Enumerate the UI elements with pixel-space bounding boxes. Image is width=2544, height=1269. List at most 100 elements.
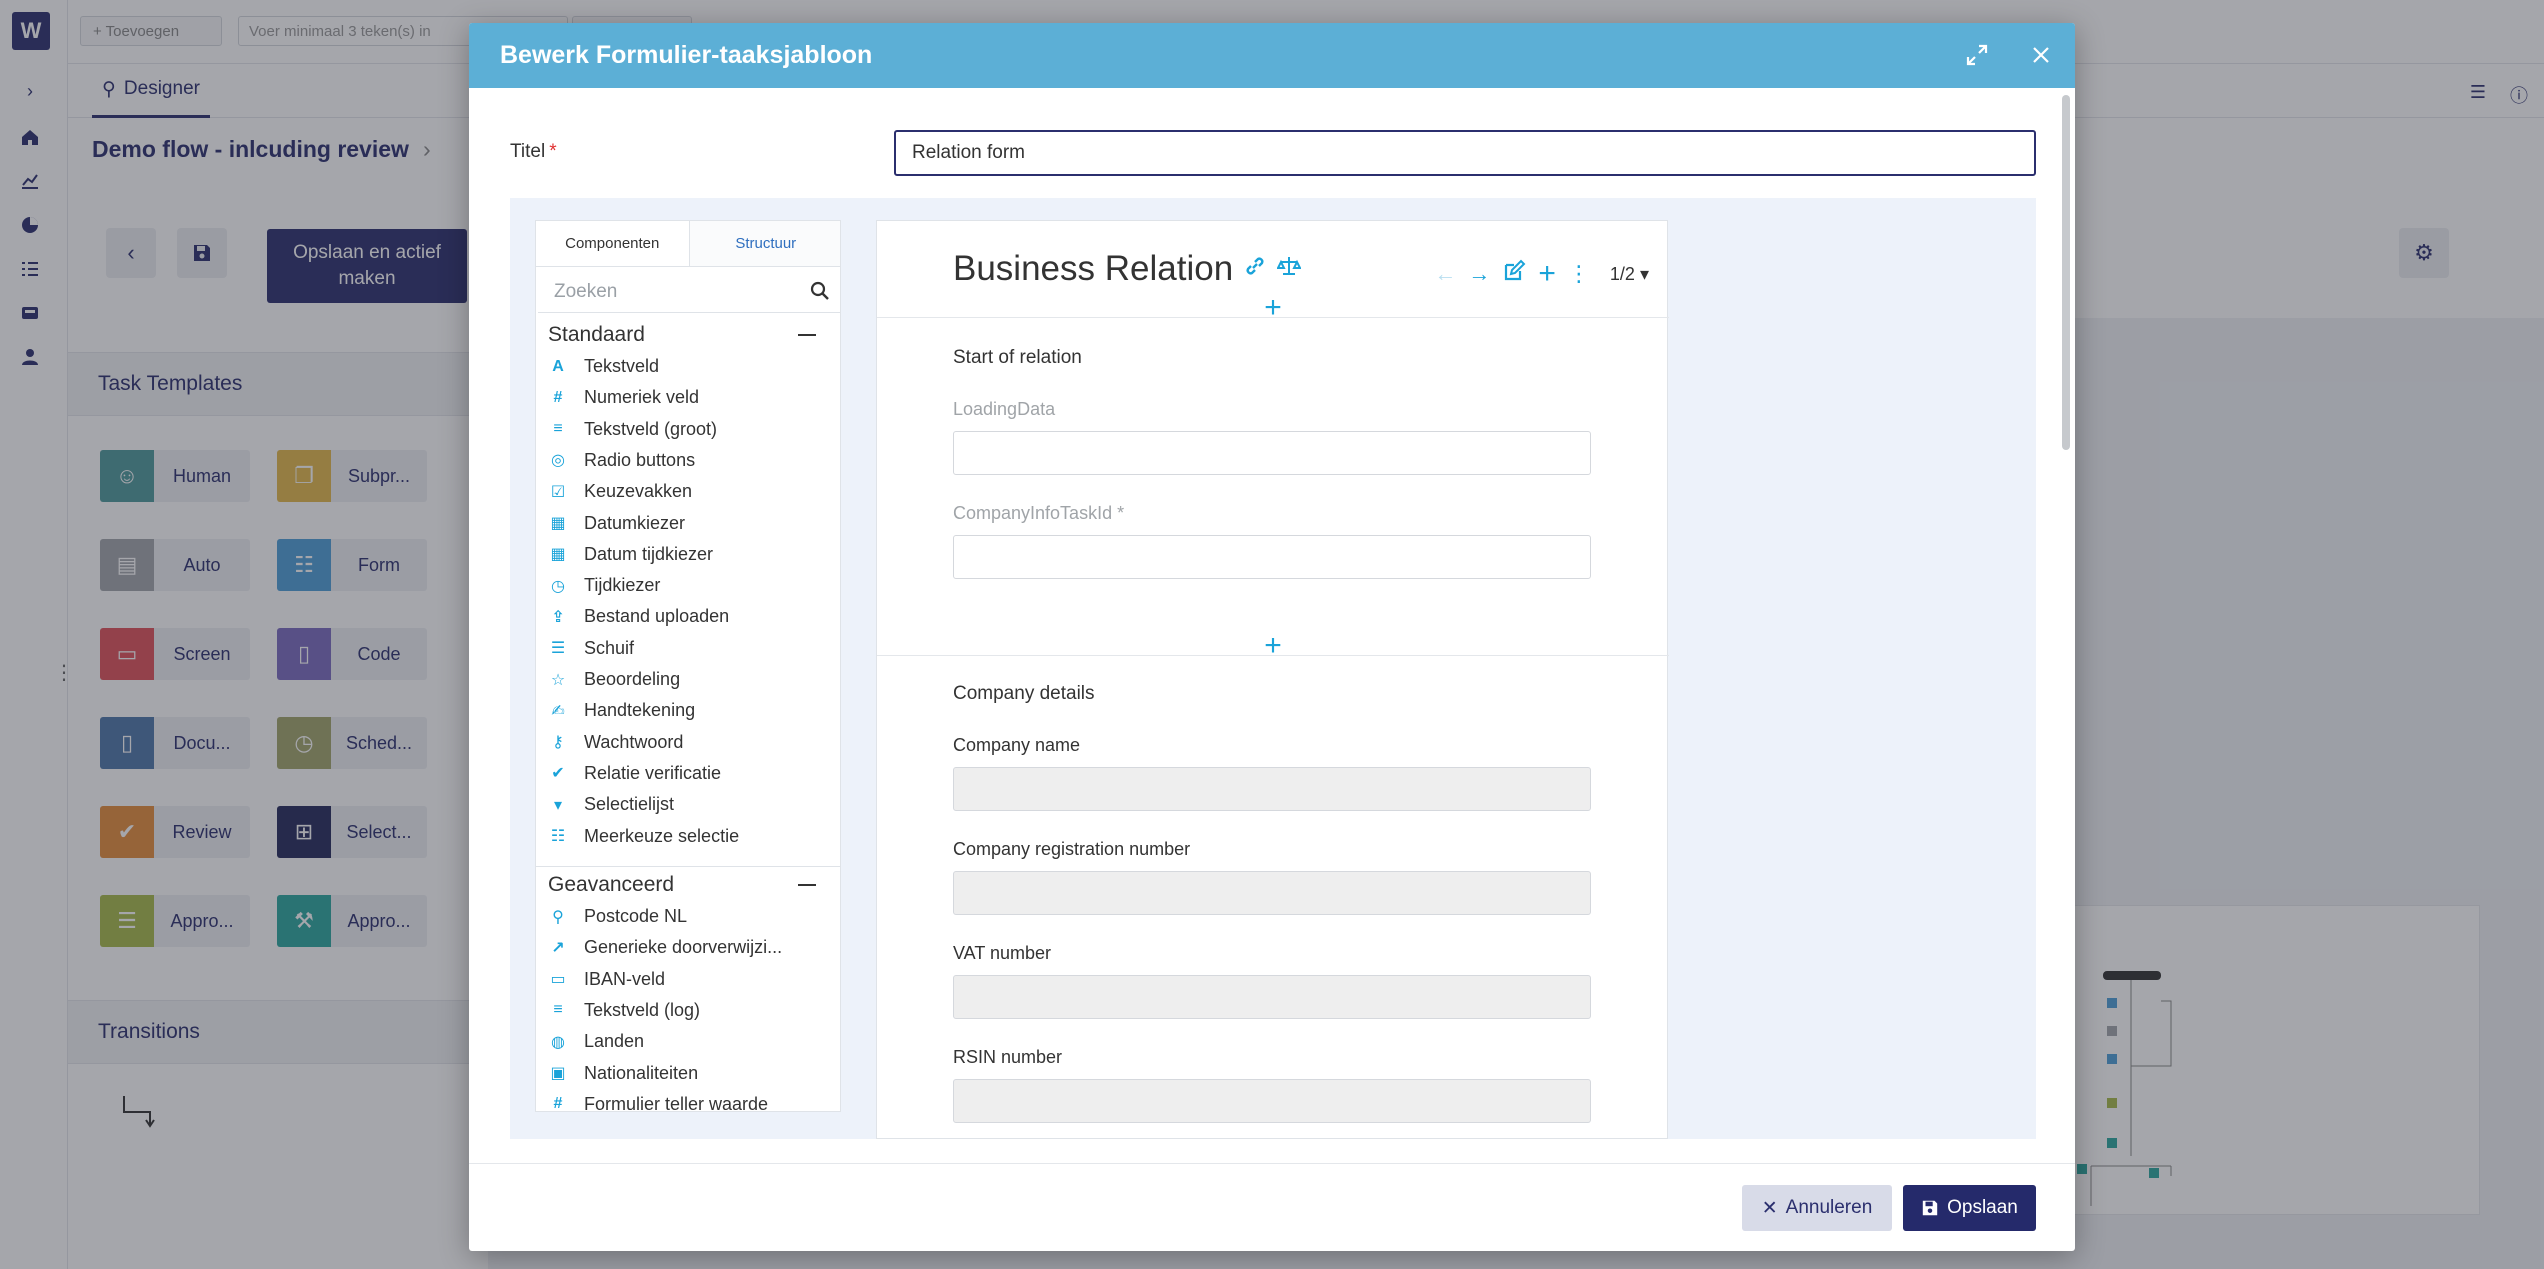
- section-separator: [877, 655, 1669, 656]
- palette-item[interactable]: ▭ IBAN-veld: [536, 964, 840, 995]
- form-builder: Componenten Structuur Zoeken Standaard A…: [510, 198, 2036, 1139]
- palette-item[interactable]: A Tekstveld: [536, 351, 840, 382]
- palette-item-label: Meerkeuze selectie: [584, 825, 740, 846]
- palette-item[interactable]: ☷ Meerkeuze selectie: [536, 821, 840, 852]
- group-standard-label: Standaard: [548, 323, 645, 346]
- field-rsin-number-input[interactable]: [953, 1079, 1591, 1123]
- external-link-icon: ↗: [551, 939, 565, 957]
- field-label-company-name: Company name: [953, 735, 1081, 755]
- group-standard[interactable]: Standaard: [536, 319, 840, 351]
- field-label-rsin-number: RSIN number: [953, 1047, 1063, 1067]
- group-advanced[interactable]: Geavanceerd: [536, 869, 840, 901]
- palette-item-label: Numeriek veld: [584, 387, 700, 408]
- palette-item[interactable]: ✍ Handtekening: [536, 695, 840, 726]
- arrow-right-icon[interactable]: →: [1468, 261, 1490, 287]
- palette-item[interactable]: ⚲ Postcode NL: [536, 901, 840, 932]
- palette-divider: [536, 866, 840, 867]
- form-title: Business Relation: [953, 249, 1302, 289]
- palette-item-label: Tijdkiezer: [584, 575, 661, 596]
- title-field-label: Titel *: [510, 141, 557, 163]
- save-label: Opslaan: [1947, 1197, 2018, 1218]
- edit-form-template-modal: Bewerk Formulier-taaksjabloon Titel* Com…: [469, 23, 2075, 1251]
- cancel-button[interactable]: ✕ Annuleren: [1742, 1185, 1892, 1231]
- save-button[interactable]: Opslaan: [1903, 1185, 2036, 1231]
- page-indicator: 1/2: [1609, 263, 1635, 284]
- section-start-of-relation: Start of relation: [953, 347, 1082, 368]
- palette-item[interactable]: ▦ Datumkiezer: [536, 508, 840, 539]
- palette-item[interactable]: ▾ Selectielijst: [536, 789, 840, 820]
- section-company-details: Company details: [953, 683, 1095, 704]
- user-check-icon: ✔: [551, 765, 565, 783]
- plus-icon[interactable]: +: [1538, 257, 1556, 291]
- field-vat-number-input[interactable]: [953, 975, 1591, 1019]
- palette-item[interactable]: ≡ Tekstveld (groot): [536, 414, 840, 445]
- search-icon: [810, 281, 829, 300]
- calendar-icon: ▦: [550, 515, 566, 532]
- field-companyinfotaskid-input[interactable]: [953, 535, 1591, 579]
- tab-structure[interactable]: Structuur: [689, 221, 840, 266]
- hash-icon: #: [553, 1095, 563, 1112]
- arrow-left-icon[interactable]: ←: [1434, 261, 1456, 287]
- palette-item[interactable]: ≡ Tekstveld (log): [536, 995, 840, 1026]
- palette-item-label: Handtekening: [584, 700, 696, 721]
- field-loadingdata-input[interactable]: [953, 431, 1591, 475]
- palette-search-input[interactable]: Zoeken: [538, 269, 840, 313]
- palette-item[interactable]: ☰ Schuif: [536, 633, 840, 664]
- passport-icon: ▣: [550, 1065, 566, 1082]
- palette-item[interactable]: ✔ Relatie verificatie: [536, 758, 840, 789]
- palette-item[interactable]: ⇪ Bestand uploaden: [536, 601, 840, 632]
- field-company-name-input[interactable]: [953, 767, 1591, 811]
- tab-components[interactable]: Componenten: [536, 221, 690, 266]
- palette-item[interactable]: ⚷ Wachtwoord: [536, 727, 840, 758]
- field-label-vat-number: VAT number: [953, 943, 1052, 963]
- palette-item-label: Landen: [584, 1031, 645, 1052]
- palette-item-label: Postcode NL: [584, 906, 688, 926]
- palette-item[interactable]: ◷ Tijdkiezer: [536, 570, 840, 601]
- page-selector[interactable]: 1/2 ▾: [1610, 264, 1649, 285]
- modal-footer-divider: [469, 1163, 2075, 1164]
- field-label-loadingdata: LoadingData: [953, 399, 1056, 419]
- palette-tabs: Componenten Structuur: [536, 221, 840, 267]
- title-input[interactable]: [894, 130, 2036, 176]
- field-label-companyinfotaskid: CompanyInfoTaskId *: [953, 503, 1125, 523]
- list-check-icon: ☷: [550, 828, 566, 845]
- modal-scrollbar[interactable]: [2062, 95, 2070, 450]
- field-company-registration-input[interactable]: [953, 871, 1591, 915]
- edit-icon[interactable]: [1502, 259, 1526, 289]
- radio-icon: ◎: [551, 452, 565, 470]
- modal-header: Bewerk Formulier-taaksjabloon: [469, 23, 2075, 88]
- palette-item-label: Nationaliteiten: [584, 1062, 699, 1083]
- link-icon[interactable]: [1243, 254, 1267, 284]
- form-title-text: Business Relation: [953, 249, 1234, 288]
- palette-item-label: Beoordeling: [584, 669, 681, 689]
- cancel-x-icon: ✕: [1761, 1197, 1778, 1219]
- palette-item-label: Schuif: [584, 637, 635, 658]
- balance-scale-icon[interactable]: [1276, 254, 1302, 284]
- palette-item[interactable]: ☑ Keuzevakken: [536, 476, 840, 507]
- palette-item[interactable]: ▦ Datum tijdkiezer: [536, 539, 840, 570]
- palette-item-label: Bestand uploaden: [584, 606, 730, 627]
- modal-title: Bewerk Formulier-taaksjabloon: [500, 41, 873, 69]
- pin-icon: ⚲: [552, 908, 564, 926]
- palette-item[interactable]: # Formulier teller waarde: [536, 1089, 840, 1112]
- hash-icon: #: [553, 388, 563, 406]
- palette-item[interactable]: ▣ Nationaliteiten: [536, 1058, 840, 1089]
- key-icon: ⚷: [552, 734, 564, 752]
- collapse-minus-icon[interactable]: [798, 334, 816, 336]
- palette-item-label: Tekstveld (log): [584, 999, 701, 1020]
- palette-item-label: Datumkiezer: [584, 512, 686, 533]
- palette-item[interactable]: ◎ Radio buttons: [536, 445, 840, 476]
- form-toolbar: ← → + ⋮ 1/2 ▾: [1434, 257, 1649, 291]
- collapse-minus-icon[interactable]: [798, 884, 816, 886]
- close-icon[interactable]: [2025, 39, 2057, 71]
- floppy-icon: [1922, 1200, 1938, 1216]
- palette-item[interactable]: ☆ Beoordeling: [536, 664, 840, 695]
- palette-item[interactable]: ↗ Generieke doorverwijzi...: [536, 932, 840, 963]
- palette-item[interactable]: # Numeriek veld: [536, 382, 840, 413]
- palette-item[interactable]: ◍ Landen: [536, 1026, 840, 1057]
- required-asterisk: *: [549, 141, 557, 162]
- section-separator: [877, 317, 1669, 318]
- maximize-icon[interactable]: [1961, 39, 1993, 71]
- calendar-clock-icon: ▦: [550, 546, 566, 564]
- more-vertical-icon[interactable]: ⋮: [1568, 261, 1590, 287]
